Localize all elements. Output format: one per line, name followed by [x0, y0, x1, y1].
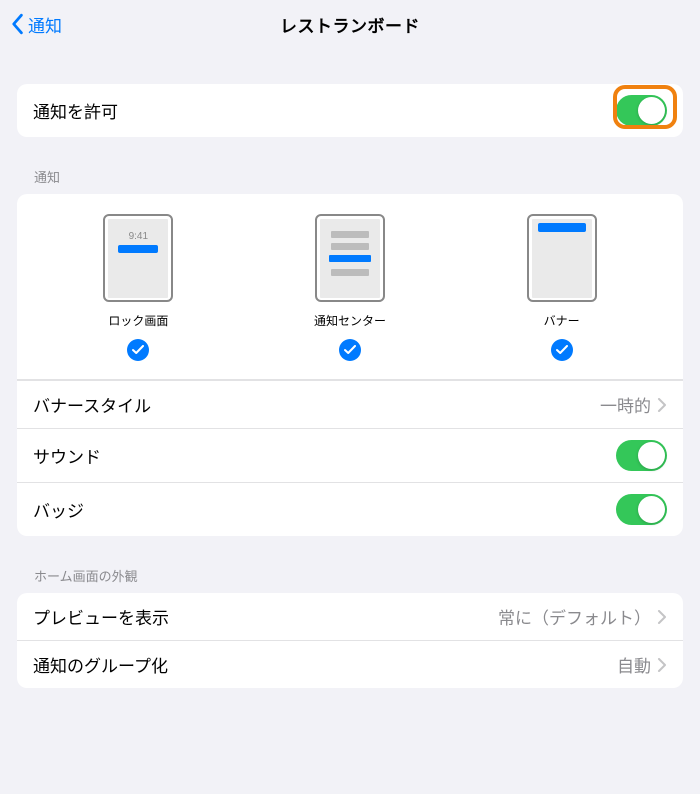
banner-label: バナー — [544, 312, 580, 329]
chevron-right-icon — [657, 398, 667, 412]
notification-style-area: 9:41 ロック画面 通知センタ — [17, 194, 683, 380]
banner-style-detail: 一時的 — [600, 392, 651, 417]
center-preview-icon — [315, 214, 385, 302]
preview-label: プレビューを表示 — [33, 604, 169, 629]
banner-style-label: バナースタイル — [33, 392, 151, 417]
chevron-left-icon — [10, 13, 24, 35]
chevron-right-icon — [657, 658, 667, 672]
section-header-home: ホーム画面の外観 — [0, 566, 700, 593]
sound-row[interactable]: サウンド — [17, 428, 683, 482]
preview-row[interactable]: プレビューを表示 常に（デフォルト） — [17, 593, 683, 640]
home-group: プレビューを表示 常に（デフォルト） 通知のグループ化 自動 — [17, 593, 683, 688]
lockscreen-checkmark-icon — [127, 339, 149, 361]
banner-preview-icon — [527, 214, 597, 302]
preview-detail: 常に（デフォルト） — [498, 604, 651, 629]
sound-toggle[interactable] — [616, 440, 667, 471]
grouping-detail: 自動 — [617, 652, 651, 677]
center-checkmark-icon — [339, 339, 361, 361]
style-lockscreen[interactable]: 9:41 ロック画面 — [103, 214, 173, 361]
allow-group: 通知を許可 — [17, 84, 683, 137]
center-label: 通知センター — [314, 312, 386, 329]
style-banner[interactable]: バナー — [527, 214, 597, 361]
allow-toggle[interactable] — [616, 95, 667, 126]
notif-group: 9:41 ロック画面 通知センタ — [17, 194, 683, 536]
sound-label: サウンド — [33, 443, 101, 468]
lockscreen-label: ロック画面 — [108, 312, 168, 329]
allow-notifications-row[interactable]: 通知を許可 — [17, 84, 683, 137]
allow-label: 通知を許可 — [33, 98, 118, 123]
nav-header: 通知 レストランボード — [0, 0, 700, 48]
lockscreen-preview-icon: 9:41 — [103, 214, 173, 302]
grouping-label: 通知のグループ化 — [33, 652, 168, 677]
banner-style-row[interactable]: バナースタイル 一時的 — [17, 380, 683, 428]
lock-time: 9:41 — [129, 231, 148, 242]
grouping-row[interactable]: 通知のグループ化 自動 — [17, 640, 683, 688]
style-notification-center[interactable]: 通知センター — [314, 214, 386, 361]
badge-label: バッジ — [33, 497, 84, 522]
banner-checkmark-icon — [551, 339, 573, 361]
badge-toggle[interactable] — [616, 494, 667, 525]
page-title: レストランボード — [280, 12, 420, 37]
back-label: 通知 — [28, 12, 62, 37]
back-button[interactable]: 通知 — [10, 0, 62, 48]
chevron-right-icon — [657, 610, 667, 624]
section-header-notif: 通知 — [0, 167, 700, 194]
toggle-knob — [638, 97, 665, 124]
badge-row[interactable]: バッジ — [17, 482, 683, 536]
